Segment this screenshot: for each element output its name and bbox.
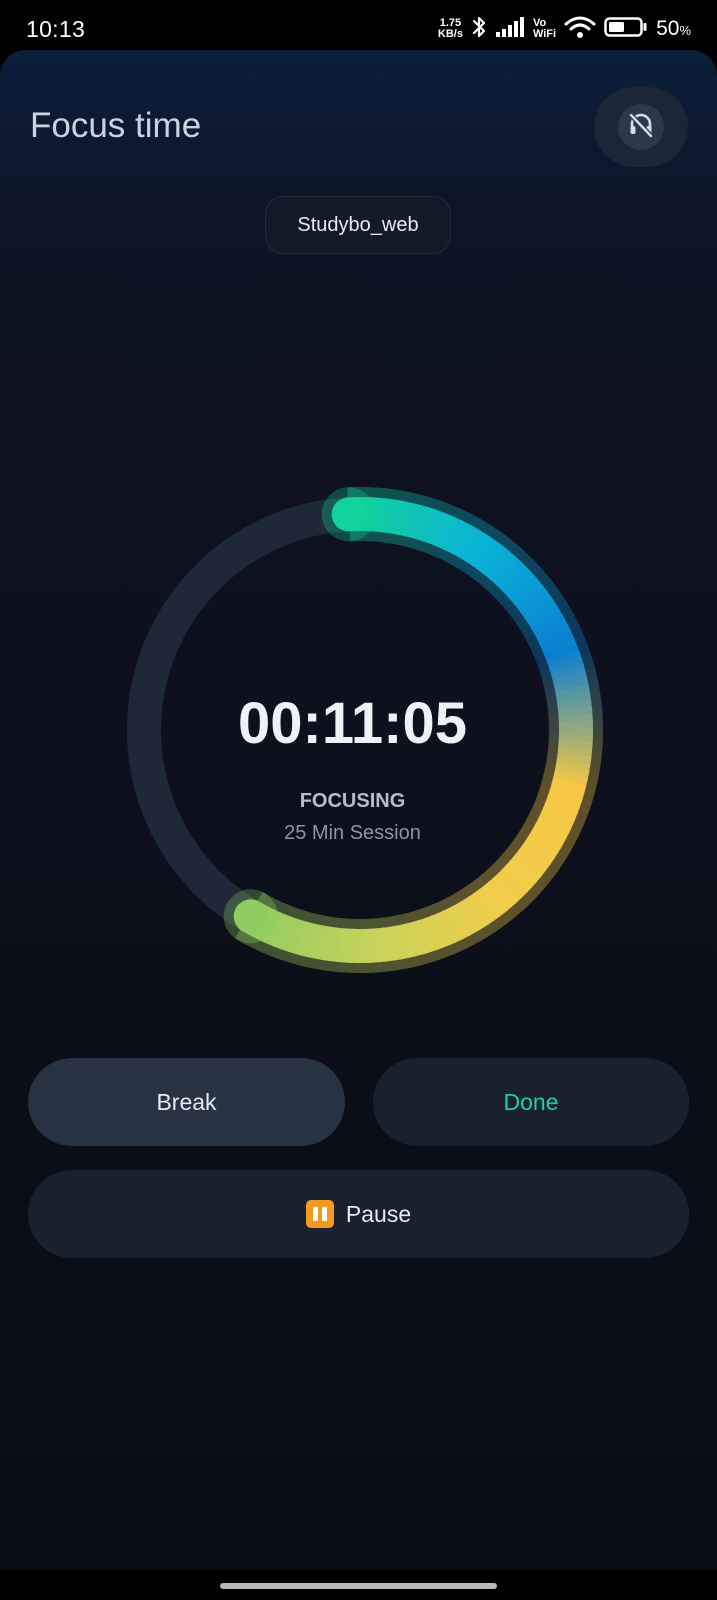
page-title: Focus time (30, 106, 202, 145)
status-icons: 1.75 KB/s Vo WiFi 50% (438, 14, 691, 44)
project-chip[interactable]: Studybo_web (265, 196, 451, 254)
bluetooth-icon (471, 15, 487, 44)
ring-arc-end-cap (233, 899, 268, 934)
wifi-icon (564, 15, 596, 44)
session-length: 25 Min Session (284, 822, 421, 844)
status-bar: 10:13 1.75 KB/s Vo WiFi 50% (0, 0, 717, 56)
pause-button-label: Pause (345, 1200, 412, 1227)
project-name: Studybo_web (297, 213, 419, 236)
battery-icon (604, 16, 648, 43)
vowifi-badge: Vo WiFi (533, 18, 556, 40)
battery-percent-value: 50 (656, 17, 680, 40)
signal-icon (495, 16, 525, 43)
home-gesture-handle[interactable] (220, 1583, 497, 1589)
mute-button-inner (618, 104, 664, 150)
break-button[interactable]: Break (28, 1058, 345, 1146)
battery-percent-unit: % (679, 23, 691, 38)
wifi-label: WiFi (532, 28, 557, 40)
timer-elapsed: 00:11:05 (238, 691, 467, 756)
headphones-off-icon (626, 110, 656, 145)
navigation-bar (0, 1570, 717, 1600)
mute-sound-button[interactable] (594, 87, 688, 167)
status-time: 10:13 (26, 16, 86, 42)
pause-button[interactable]: Pause (28, 1170, 689, 1258)
network-speed: 1.75 KB/s (438, 18, 463, 40)
battery-percent: 50% (656, 17, 691, 41)
break-button-label: Break (156, 1088, 217, 1115)
network-speed-unit: KB/s (437, 28, 463, 40)
timer-status: FOCUSING (299, 790, 406, 812)
done-button[interactable]: Done (373, 1058, 689, 1146)
pause-icon (305, 1200, 334, 1228)
done-button-label: Done (503, 1088, 559, 1115)
ring-arc-start-cap (331, 497, 366, 532)
